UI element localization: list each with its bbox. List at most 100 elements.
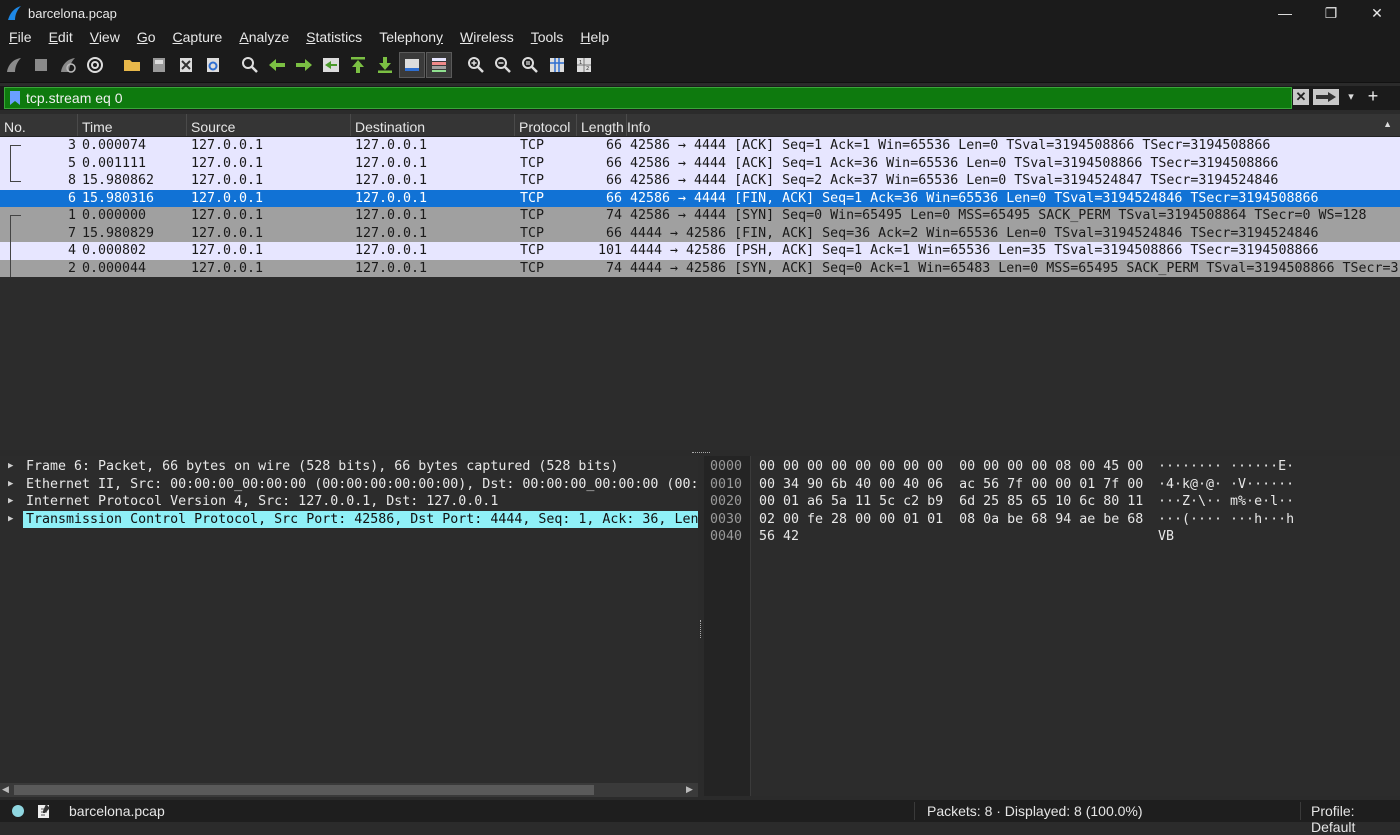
svg-text:2: 2	[586, 66, 589, 72]
detail-tree-item[interactable]: ▶ Ethernet II, Src: 00:00:00_00:00:00 (00…	[0, 476, 698, 494]
last-packet-icon[interactable]	[372, 52, 398, 78]
menu-item[interactable]: Capture	[164, 29, 231, 45]
open-file-icon[interactable]	[119, 52, 145, 78]
column-header-source[interactable]: Source	[187, 114, 351, 136]
scrollbar-thumb[interactable]	[14, 785, 594, 795]
menu-item[interactable]: Help	[571, 29, 617, 45]
expand-arrow-icon[interactable]: ▶	[8, 493, 13, 511]
expand-arrow-icon[interactable]: ▶	[8, 476, 13, 494]
apply-filter-button[interactable]	[1313, 89, 1339, 105]
svg-text:1: 1	[579, 60, 582, 66]
packet-info: 42586 → 4444 [ACK] Seq=1 Ack=36 Win=6553…	[630, 155, 1279, 171]
expand-arrow-icon[interactable]: ▶	[8, 511, 13, 529]
detail-text: Transmission Control Protocol, Src Port:…	[23, 510, 698, 528]
hex-offset: 0040	[710, 529, 743, 544]
status-file-name: barcelona.pcap	[69, 803, 165, 819]
menu-item[interactable]: Wireless	[451, 29, 522, 45]
menu-item[interactable]: Edit	[40, 29, 81, 45]
reload-file-icon[interactable]	[200, 52, 226, 78]
packet-source: 127.0.0.1	[191, 155, 264, 171]
menu-item[interactable]: Statistics	[297, 29, 370, 45]
autoscroll-icon[interactable]	[399, 52, 425, 78]
column-header-time[interactable]: Time	[78, 114, 187, 136]
detail-tree-item[interactable]: ▶ Internet Protocol Version 4, Src: 127.0…	[0, 493, 698, 511]
status-profile[interactable]: Profile: Default	[1311, 803, 1400, 835]
column-header-protocol[interactable]: Protocol	[515, 114, 577, 136]
packet-time: 15.980829	[82, 225, 155, 241]
packet-protocol: TCP	[520, 190, 545, 206]
bookmark-icon[interactable]	[8, 90, 22, 106]
scroll-left-icon[interactable]: ◀	[2, 784, 9, 795]
clear-filter-button[interactable]: ✕	[1293, 89, 1309, 105]
display-filter-field[interactable]	[4, 87, 1292, 109]
status-bar: barcelona.pcap Packets: 8 · Displayed: 8…	[0, 800, 1400, 835]
column-header-info[interactable]: Info	[623, 114, 1400, 136]
first-packet-icon[interactable]	[345, 52, 371, 78]
detail-tree-item[interactable]: ▶ Frame 6: Packet, 66 bytes on wire (528 …	[0, 458, 698, 476]
menu-item[interactable]: Tools	[522, 29, 572, 45]
packet-row[interactable]: 6 15.980316 127.0.0.1 127.0.0.1 TCP 66 42586 →…	[0, 189, 1400, 207]
packet-row[interactable]: 2 0.000044 127.0.0.1 127.0.0.1 TCP 74 4444 → 4…	[0, 259, 1400, 277]
zoom-out-icon[interactable]	[490, 52, 516, 78]
go-to-packet-icon[interactable]	[318, 52, 344, 78]
packet-row[interactable]: 1 0.000000 127.0.0.1 127.0.0.1 TCP 74 42586 → …	[0, 207, 1400, 225]
save-file-icon[interactable]	[146, 52, 172, 78]
packet-length: 101	[597, 243, 622, 258]
scroll-right-icon[interactable]: ▶	[686, 784, 693, 795]
zoom-in-icon[interactable]	[463, 52, 489, 78]
add-filter-button[interactable]: +	[1364, 86, 1382, 106]
display-filter-input[interactable]	[26, 90, 1266, 106]
menu-item[interactable]: View	[81, 29, 128, 45]
hex-bytes: 02 00 fe 28 00 00 01 01 08 0a be 68 94 a…	[759, 511, 1144, 527]
hex-offset: 0000	[710, 459, 743, 474]
close-file-icon[interactable]	[173, 52, 199, 78]
menu-item[interactable]: File	[0, 29, 40, 45]
close-window-button[interactable]: ✕	[1354, 0, 1400, 26]
restart-capture-icon[interactable]	[55, 52, 81, 78]
packet-number: 3	[67, 138, 76, 153]
packet-row[interactable]: 7 15.980829 127.0.0.1 127.0.0.1 TCP 66 4444 → …	[0, 224, 1400, 242]
hex-dump-row[interactable]: 0040 56 42 VB	[704, 528, 1400, 546]
expert-info-led-icon[interactable]	[12, 805, 24, 817]
packet-number: 4	[67, 243, 76, 258]
minimize-button[interactable]: —	[1262, 0, 1308, 26]
column-header-destination[interactable]: Destination	[351, 114, 515, 136]
menu-item[interactable]: Telephony	[370, 29, 451, 45]
normal-size-icon[interactable]	[517, 52, 543, 78]
capture-comment-icon[interactable]	[37, 803, 51, 819]
hex-dump-row[interactable]: 0020 00 01 a6 5a 11 5c c2 b9 6d 25 85 65 …	[704, 493, 1400, 511]
hex-dump-row[interactable]: 0000 00 00 00 00 00 00 00 00 00 00 00 00 …	[704, 458, 1400, 476]
find-packet-icon[interactable]	[237, 52, 263, 78]
packet-row[interactable]: 4 0.000802 127.0.0.1 127.0.0.1 TCP 101 4444 → …	[0, 242, 1400, 260]
packet-row[interactable]: 8 15.980862 127.0.0.1 127.0.0.1 TCP 66 42586 →…	[0, 172, 1400, 190]
stop-capture-icon[interactable]	[28, 52, 54, 78]
capture-options-icon[interactable]	[82, 52, 108, 78]
packet-time: 15.980316	[82, 190, 155, 206]
packet-source: 127.0.0.1	[191, 260, 264, 276]
menu-item[interactable]: Analyze	[230, 29, 297, 45]
packet-row[interactable]: 5 0.001111 127.0.0.1 127.0.0.1 TCP 66 42586 → …	[0, 154, 1400, 172]
expand-subtrees-icon[interactable]: 12	[571, 52, 597, 78]
resize-columns-icon[interactable]	[544, 52, 570, 78]
hex-dump-row[interactable]: 0010 00 34 90 6b 40 00 40 06 ac 56 7f 00 …	[704, 476, 1400, 494]
detail-tree-item[interactable]: ▶ Transmission Control Protocol, Src Port…	[0, 510, 698, 529]
status-packet-count: Packets: 8 · Displayed: 8 (100.0%)	[927, 803, 1143, 819]
expand-arrow-icon[interactable]: ▶	[8, 458, 13, 476]
column-header-length[interactable]: Length	[577, 114, 627, 136]
go-back-icon[interactable]	[264, 52, 290, 78]
packet-info: 4444 → 42586 [FIN, ACK] Seq=36 Ack=2 Win…	[630, 225, 1319, 241]
column-header-no[interactable]: No.	[0, 114, 78, 136]
restore-button[interactable]: ❐	[1308, 0, 1354, 26]
details-horizontal-scrollbar[interactable]: ◀ ▶	[0, 783, 698, 797]
hex-dump-row[interactable]: 0030 02 00 fe 28 00 00 01 01 08 0a be 68 …	[704, 511, 1400, 529]
packet-destination: 127.0.0.1	[355, 225, 428, 241]
filter-history-dropdown[interactable]: ▾	[1344, 88, 1358, 106]
packet-length: 66	[605, 190, 622, 206]
start-capture-icon[interactable]	[1, 52, 27, 78]
go-forward-icon[interactable]	[291, 52, 317, 78]
packet-row[interactable]: 3 0.000074 127.0.0.1 127.0.0.1 TCP 66 42586 → …	[0, 137, 1400, 155]
menu-item[interactable]: Go	[128, 29, 164, 45]
colorize-icon[interactable]	[426, 52, 452, 78]
packet-protocol: TCP	[520, 173, 545, 188]
main-toolbar: 12	[0, 48, 1400, 83]
